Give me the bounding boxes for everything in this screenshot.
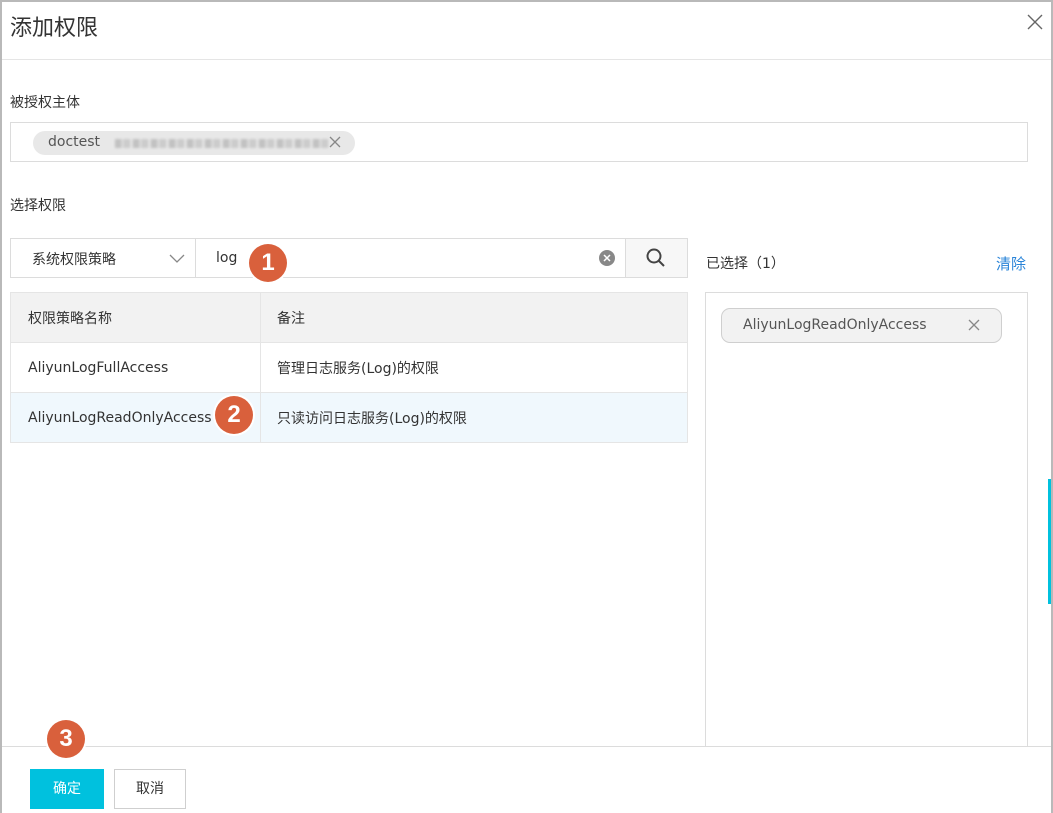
scroll-indicator [1048,479,1051,604]
column-header-note: 备注 [260,292,688,343]
principal-tag: doctest [33,131,355,155]
selected-policy-panel: AliyunLogReadOnlyAccess [705,292,1028,748]
search-icon [646,248,665,267]
dialog-title: 添加权限 [10,16,99,41]
policy-note-cell: 管理日志服务(Log)的权限 [260,342,688,393]
chevron-down-icon [169,251,185,265]
confirm-button[interactable]: 确定 [30,769,104,809]
clear-selected-link[interactable]: 清除 [996,253,1026,274]
cancel-button[interactable]: 取消 [114,769,186,809]
principal-field[interactable]: doctest [10,122,1028,162]
search-button[interactable] [625,239,687,277]
principal-label: 被授权主体 [10,95,80,111]
policy-filter-bar: 系统权限策略 [10,238,688,278]
principal-tag-name: doctest [48,134,101,150]
policy-table: 权限策略名称 备注 AliyunLogFullAccess 管理日志服务(Log… [10,292,688,443]
policy-name-cell: AliyunLogFullAccess [10,342,261,393]
step-3-badge: 3 [47,720,85,758]
close-icon[interactable] [1025,12,1047,34]
policy-type-select[interactable]: 系统权限策略 [11,239,196,277]
remove-selected-policy-icon[interactable] [967,318,981,336]
selected-policy-name: AliyunLogReadOnlyAccess [743,317,927,333]
remove-principal-icon[interactable] [327,134,343,150]
table-header-row: 权限策略名称 备注 [10,292,688,343]
permission-label: 选择权限 [10,198,66,214]
add-permission-dialog: 添加权限 被授权主体 doctest 选择权限 系统权限策略 log 权限策略名… [0,0,1053,813]
table-row[interactable]: AliyunLogReadOnlyAccess 只读访问日志服务(Log)的权限 [10,392,688,443]
step-2-badge: 2 [215,396,253,434]
clear-search-icon[interactable] [599,250,615,266]
selected-policy-tag: AliyunLogReadOnlyAccess [721,308,1002,343]
dialog-header: 添加权限 [2,2,1051,60]
policy-type-value: 系统权限策略 [32,252,116,268]
column-header-policy-name: 权限策略名称 [10,292,261,343]
table-row[interactable]: AliyunLogFullAccess 管理日志服务(Log)的权限 [10,342,688,393]
dialog-footer: 确定 取消 [2,746,1051,813]
policy-note-cell: 只读访问日志服务(Log)的权限 [260,392,688,443]
selected-count-label: 已选择（1） [706,256,785,272]
blurred-account-text [115,139,329,148]
step-1-badge: 1 [249,244,287,282]
